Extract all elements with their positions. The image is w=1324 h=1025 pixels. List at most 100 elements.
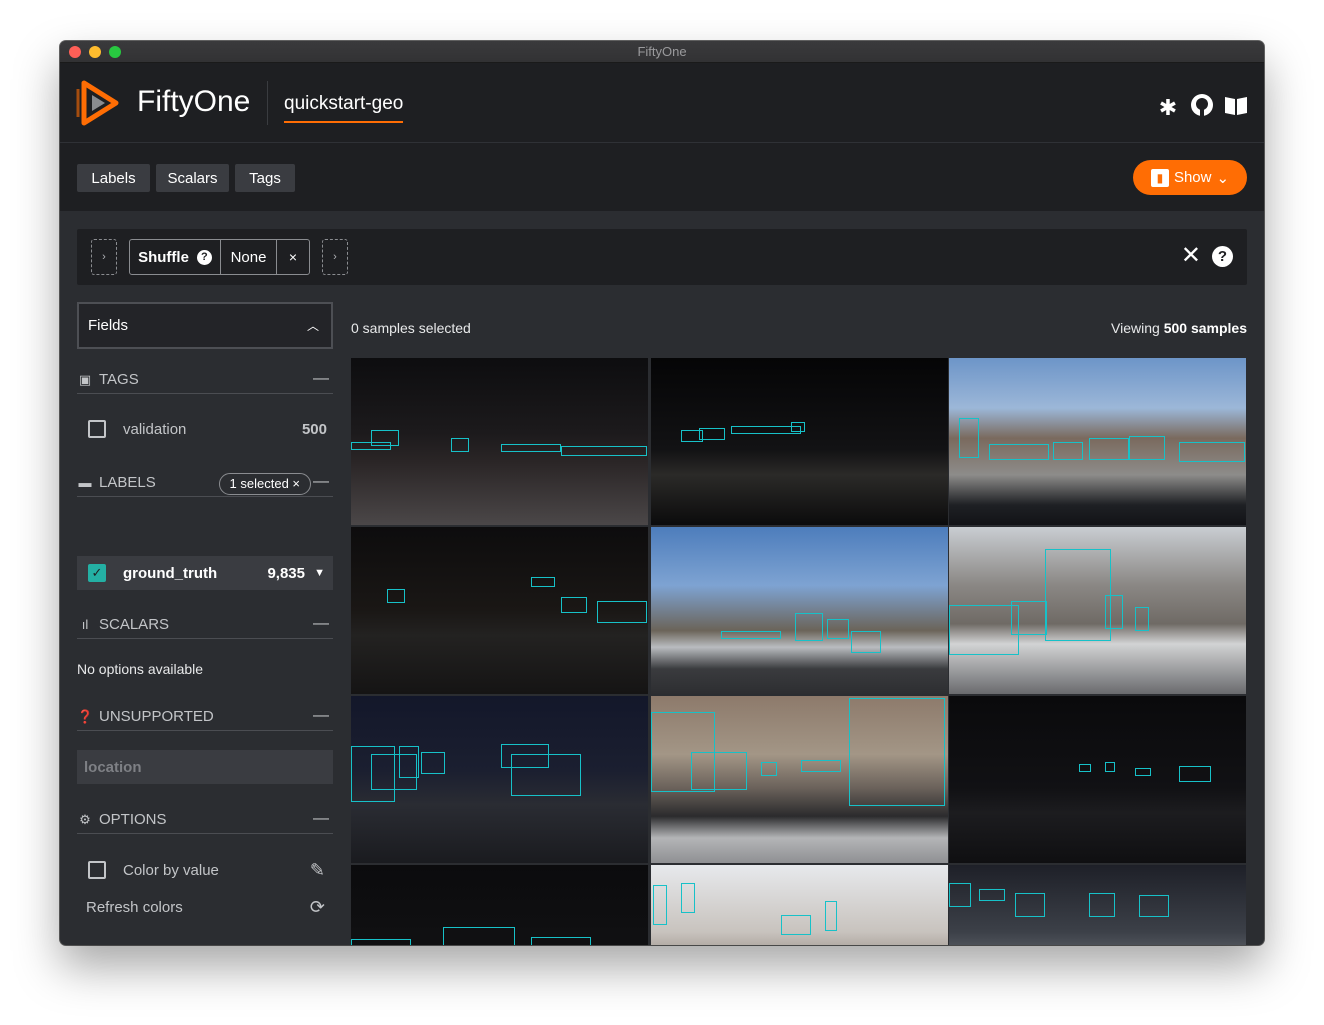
section-labels-header[interactable]: ▬ LABELS 1 selected × — [77,473,333,497]
bounding-box [949,605,1019,655]
bounding-box [959,418,979,458]
dataset-selector[interactable]: quickstart-geo [284,93,404,123]
refresh-icon[interactable]: ⟳ [310,897,325,918]
stage-name-label: Shuffle [138,248,189,266]
collapse-icon[interactable]: — [313,810,329,828]
bounding-box [1179,442,1245,462]
window-maximize-button[interactable] [109,46,121,58]
bounding-box [501,444,561,452]
stage-name[interactable]: Shuffle ? [130,240,221,274]
sample-tile[interactable] [351,865,648,945]
add-stage-after-button[interactable]: › [322,239,348,275]
option-refresh-colors[interactable]: Refresh colors ⟳ [77,890,333,924]
bounding-box [699,428,725,440]
bounding-box [1089,893,1115,917]
window-close-button[interactable] [69,46,81,58]
bounding-box [827,619,849,639]
label-count: 9,835 [267,564,305,582]
section-unsupported-header[interactable]: ❓ UNSUPPORTED — [77,707,333,731]
bounding-box [531,937,591,945]
checkbox[interactable] [88,420,106,438]
bar-chart-icon: ▮ [1150,168,1169,187]
fields-dropdown[interactable]: Fields ︿ [77,302,333,349]
viewing-number: 500 samples [1163,320,1247,336]
section-scalars-header[interactable]: ıl SCALARS — [77,615,333,639]
sample-tile[interactable] [651,696,948,863]
unsupported-field-location: location [77,750,333,784]
sample-tile[interactable] [351,527,648,694]
sample-tile[interactable] [351,696,648,863]
show-button[interactable]: ▮ Show ⌄ [1133,160,1247,195]
view-bar: › Shuffle ? None × › ✕ ? [77,229,1247,285]
window-title: FiftyOne [637,44,687,59]
app-header: FiftyOne quickstart-geo ✱ [60,63,1264,143]
tag-image-icon: ▣ [78,371,92,387]
checkbox-checked[interactable]: ✓ [88,564,106,582]
collapse-icon[interactable]: — [313,615,329,633]
scalars-empty-text: No options available [77,661,204,677]
bar-chart-icon: ıl [81,617,89,632]
brand-name[interactable]: FiftyOne [137,85,250,119]
slack-icon[interactable]: ✱ [1156,95,1180,120]
caret-down-icon[interactable]: ▼ [314,567,325,579]
chevron-down-icon: ⌄ [1216,169,1230,187]
bounding-box [979,889,1005,901]
bounding-box [351,939,411,945]
collapse-icon[interactable]: — [313,370,329,388]
section-tags-header[interactable]: ▣ TAGS — [77,370,333,394]
tab-labels[interactable]: Labels [77,164,150,192]
sample-tile[interactable] [949,696,1246,863]
sample-tile[interactable] [949,865,1246,945]
sidebar: Fields ︿ ▣ TAGS — validation 500 ▬ LABEL… [77,302,333,942]
collapse-icon[interactable]: — [313,707,329,725]
bounding-box [531,577,555,587]
clear-view-icon[interactable]: ✕ [1181,243,1201,269]
bounding-box [1105,762,1115,772]
selection-count: 0 samples selected [351,320,471,336]
bounding-box [561,446,647,456]
bounding-box [761,762,777,776]
window-minimize-button[interactable] [89,46,101,58]
app-window: FiftyOne FiftyOne quickstart-geo ✱ Label… [60,41,1264,945]
label-row-ground-truth[interactable]: ✓ ground_truth 9,835 ▼ [77,556,333,590]
sample-tile[interactable] [651,865,948,945]
bounding-box [1179,766,1211,782]
viewing-prefix: Viewing [1111,320,1164,336]
tab-scalars[interactable]: Scalars [156,164,229,192]
bounding-box [351,442,391,450]
option-color-by-value[interactable]: Color by value ✎ [77,853,333,887]
sample-tile[interactable] [949,527,1246,694]
sample-tile[interactable] [949,358,1246,525]
section-title: UNSUPPORTED [99,708,214,725]
sample-tile[interactable] [651,527,948,694]
tag-count: 500 [301,420,327,438]
sample-tile[interactable] [651,358,948,525]
toolbar: Labels Scalars Tags ▮ Show ⌄ [60,143,1264,211]
add-stage-before-button[interactable]: › [91,239,117,275]
github-icon[interactable] [1190,93,1214,122]
label-tag-icon: ▬ [78,475,92,490]
view-help-icon[interactable]: ? [1212,246,1233,267]
docs-book-icon[interactable] [1224,94,1248,121]
help-icon[interactable]: ? [196,249,212,265]
bounding-box [825,901,837,931]
sample-tile[interactable] [351,358,648,525]
stage-value[interactable]: None [221,240,277,274]
bounding-box [851,631,881,653]
window-controls [69,46,121,58]
checkbox[interactable] [88,861,106,879]
tab-tags[interactable]: Tags [235,164,295,192]
bounding-box [1045,549,1111,641]
bounding-box [791,422,805,432]
tag-row-validation[interactable]: validation 500 [77,412,333,446]
bounding-box [653,885,667,925]
fiftyone-logo-icon[interactable] [76,79,122,127]
selected-labels-pill[interactable]: 1 selected × [218,473,311,495]
stage-delete-button[interactable]: × [277,240,309,274]
bounding-box [1129,436,1165,460]
bounding-box [511,754,581,796]
question-circle-icon: ❓ [77,708,94,724]
section-options-header[interactable]: ⚙ OPTIONS — [77,810,333,834]
collapse-icon[interactable]: — [313,473,329,491]
bounding-box [989,444,1049,460]
